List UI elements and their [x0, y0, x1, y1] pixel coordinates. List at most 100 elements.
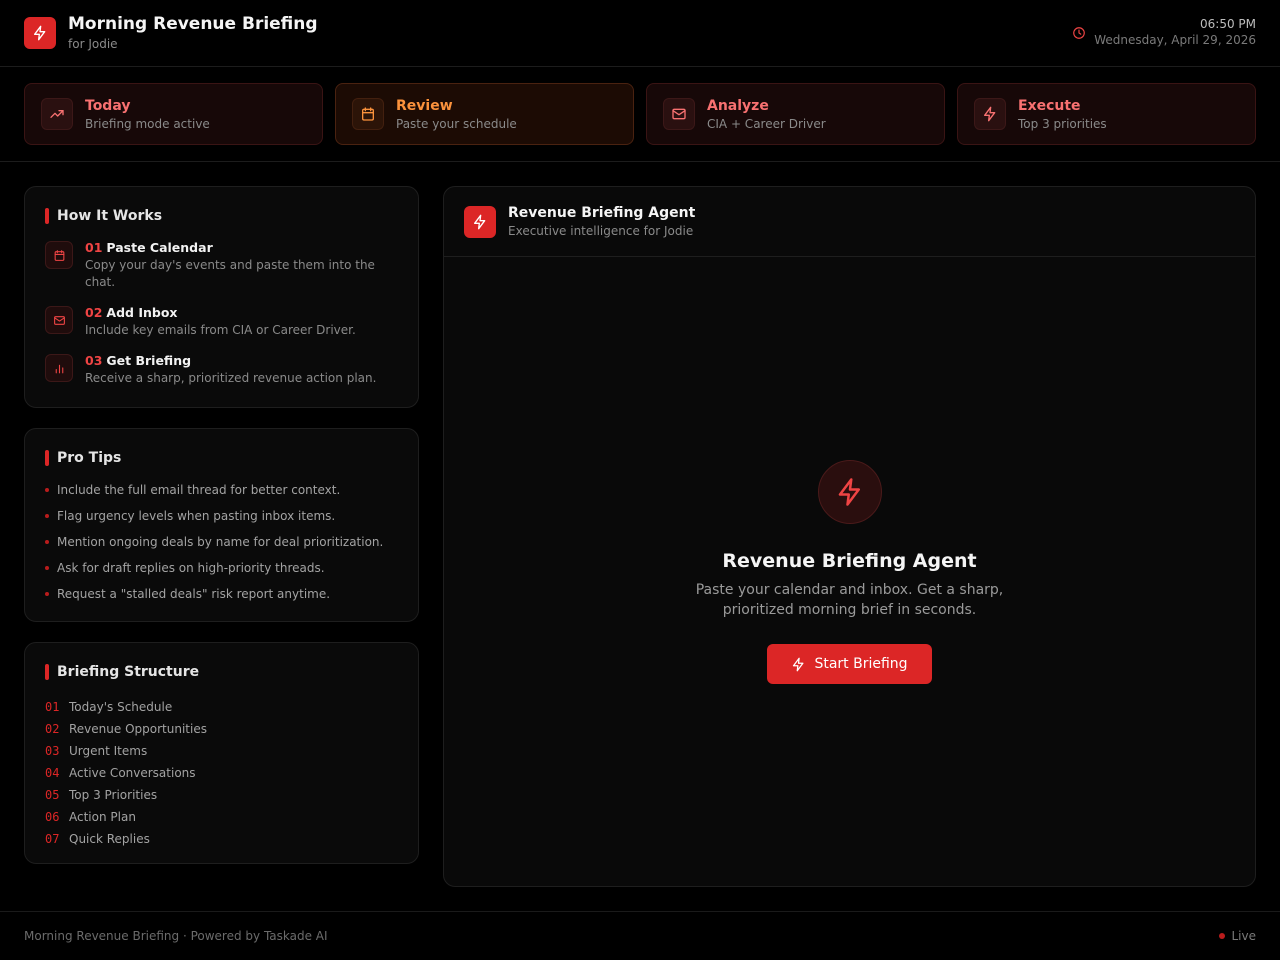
structure-label: Today's Schedule [69, 700, 173, 714]
structure-number: 05 [45, 788, 60, 802]
trending-up-icon [41, 98, 73, 130]
structure-label: Action Plan [69, 810, 136, 824]
structure-label: Quick Replies [69, 832, 150, 846]
card-title: How It Works [57, 208, 163, 224]
accent-bar [45, 450, 49, 466]
how-item: 03 Get Briefing Receive a sharp, prioriti… [45, 353, 398, 387]
structure-item: 03 Urgent Items [45, 740, 398, 762]
how-item-title: Paste Calendar [106, 240, 213, 255]
structure-number: 06 [45, 810, 60, 824]
clock-icon [1072, 26, 1086, 40]
tip-item: Include the full email thread for better… [45, 482, 398, 498]
mail-icon [45, 306, 73, 334]
step-analyze[interactable]: Analyze CIA + Career Driver [646, 83, 945, 145]
bullet-icon [45, 566, 49, 570]
structure-label: Revenue Opportunities [69, 722, 207, 736]
tip-text: Ask for draft replies on high-priority t… [57, 561, 325, 575]
lightning-icon [974, 98, 1006, 130]
bullet-icon [45, 540, 49, 544]
structure-label: Urgent Items [69, 744, 148, 758]
structure-item: 06 Action Plan [45, 806, 398, 828]
tip-text: Flag urgency levels when pasting inbox i… [57, 509, 336, 523]
step-execute[interactable]: Execute Top 3 priorities [957, 83, 1256, 145]
structure-label: Top 3 Priorities [69, 788, 158, 802]
bullet-icon [45, 514, 49, 518]
step-subtitle: Briefing mode active [85, 116, 210, 131]
tip-text: Request a "stalled deals" risk report an… [57, 587, 331, 601]
agent-title: Revenue Briefing Agent [508, 205, 696, 221]
step-title: Execute [1018, 97, 1081, 114]
app-header: Morning Revenue Briefing for Jodie 06:50… [0, 0, 1280, 67]
start-briefing-label: Start Briefing [814, 656, 908, 672]
structure-item: 05 Top 3 Priorities [45, 784, 398, 806]
structure-number: 01 [45, 700, 60, 714]
structure-number: 07 [45, 832, 60, 846]
how-it-works-card: How It Works 01 Paste Calendar Copy your … [24, 186, 419, 408]
agent-empty-state: Revenue Briefing Agent Paste your calend… [444, 258, 1255, 886]
tip-item: Flag urgency levels when pasting inbox i… [45, 508, 398, 524]
card-title: Briefing Structure [57, 664, 200, 680]
step-title: Analyze [707, 97, 769, 114]
briefing-structure-card: Briefing Structure 01 Today's Schedule 02… [24, 642, 419, 864]
how-item-desc: Copy your day's events and paste them in… [85, 258, 375, 289]
clock-time: 06:50 PM [1200, 17, 1256, 31]
step-today[interactable]: Today Briefing mode active [24, 83, 323, 145]
steps-bar: Today Briefing mode active Review Paste … [0, 67, 1280, 162]
structure-item: 07 Quick Replies [45, 828, 398, 850]
app-title: Morning Revenue Briefing [68, 14, 318, 34]
accent-bar [45, 208, 49, 224]
lightning-icon [24, 17, 56, 49]
structure-item: 01 Today's Schedule [45, 696, 398, 718]
start-briefing-button[interactable]: Start Briefing [767, 644, 932, 684]
structure-item: 02 Revenue Opportunities [45, 718, 398, 740]
calendar-icon [352, 98, 384, 130]
tip-item: Request a "stalled deals" risk report an… [45, 586, 398, 602]
step-title: Review [396, 97, 453, 114]
structure-item: 04 Active Conversations [45, 762, 398, 784]
agent-header: Revenue Briefing Agent Executive intelli… [444, 187, 1255, 257]
step-number: 02 [85, 305, 103, 320]
how-item-title: Get Briefing [106, 353, 192, 368]
step-subtitle: Top 3 priorities [1018, 116, 1107, 131]
agent-panel: Revenue Briefing Agent Executive intelli… [443, 186, 1256, 887]
clock: 06:50 PM Wednesday, April 29, 2026 [1072, 17, 1256, 49]
how-item-desc: Include key emails from CIA or Career Dr… [85, 323, 356, 337]
live-status: Live [1219, 929, 1256, 943]
step-subtitle: CIA + Career Driver [707, 116, 826, 131]
bullet-icon [45, 488, 49, 492]
live-status-label: Live [1231, 929, 1256, 943]
structure-number: 04 [45, 766, 60, 780]
empty-state-description: Paste your calendar and inbox. Get a sha… [695, 582, 1004, 618]
status-dot-icon [1219, 933, 1226, 939]
footer-text: Morning Revenue Briefing · Powered by Ta… [24, 929, 328, 943]
tip-item: Ask for draft replies on high-priority t… [45, 560, 398, 576]
how-item: 02 Add Inbox Include key emails from CIA … [45, 305, 398, 339]
tip-item: Mention ongoing deals by name for deal p… [45, 534, 398, 550]
step-title: Today [85, 97, 131, 114]
accent-bar [45, 664, 49, 680]
structure-number: 03 [45, 744, 60, 758]
structure-label: Active Conversations [69, 766, 196, 780]
tip-text: Include the full email thread for better… [57, 483, 341, 497]
how-item-title: Add Inbox [106, 305, 178, 320]
empty-state-title: Revenue Briefing Agent [722, 550, 977, 572]
step-number: 01 [85, 240, 103, 255]
bullet-icon [45, 592, 49, 596]
step-subtitle: Paste your schedule [396, 116, 517, 131]
app-subtitle: for Jodie [68, 37, 118, 51]
calendar-icon [45, 241, 73, 269]
lightning-icon [464, 205, 496, 238]
brand: Morning Revenue Briefing for Jodie [24, 14, 318, 52]
how-item-desc: Receive a sharp, prioritized revenue act… [85, 371, 377, 385]
step-number: 03 [85, 353, 103, 368]
lightning-icon [817, 460, 882, 524]
mail-icon [663, 98, 695, 130]
clock-date: Wednesday, April 29, 2026 [1094, 33, 1256, 47]
tip-text: Mention ongoing deals by name for deal p… [57, 535, 384, 549]
agent-subtitle: Executive intelligence for Jodie [508, 224, 694, 238]
structure-number: 02 [45, 722, 60, 736]
app-footer: Morning Revenue Briefing · Powered by Ta… [0, 911, 1280, 960]
bar-chart-icon [45, 354, 73, 382]
card-title: Pro Tips [57, 450, 122, 466]
step-review[interactable]: Review Paste your schedule [335, 83, 634, 145]
